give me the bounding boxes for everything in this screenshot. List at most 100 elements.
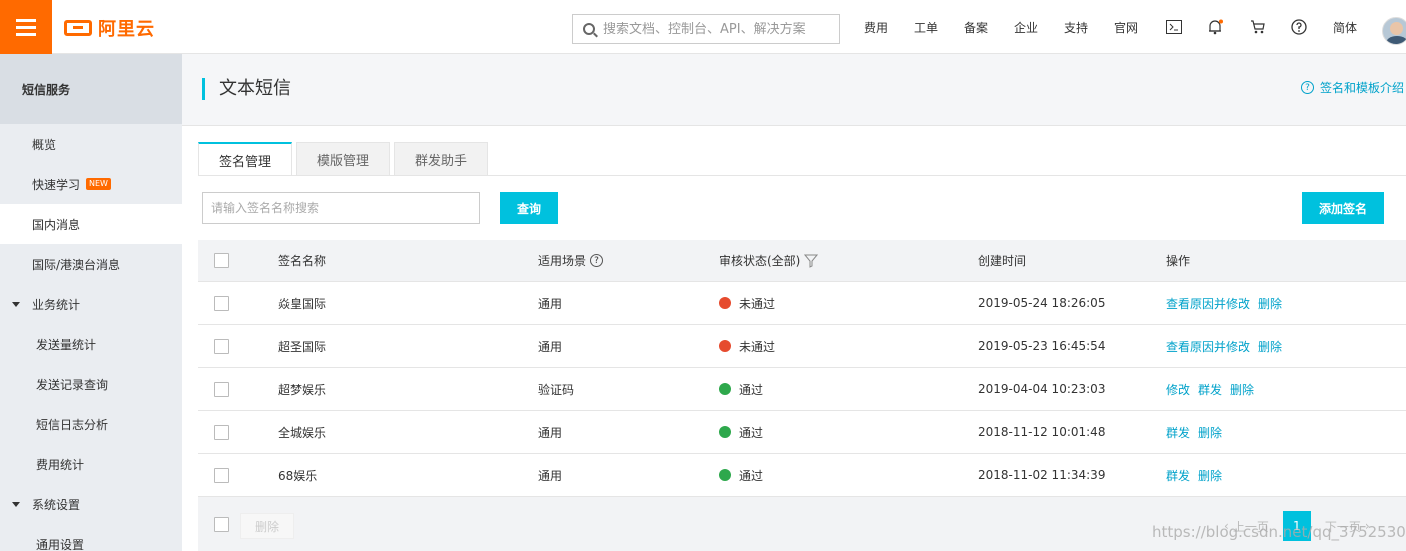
nav-support[interactable]: 支持 (1064, 0, 1088, 54)
header-created: 创建时间 (978, 254, 1027, 268)
sidebar-item-log-analysis[interactable]: 短信日志分析 (0, 404, 182, 444)
status-dot-rejected (719, 340, 731, 352)
cell-created: 2018-11-12 10:01:48 (978, 425, 1106, 439)
sidebar-title: 短信服务 (0, 54, 182, 124)
sidebar-item-overview[interactable]: 概览 (0, 124, 182, 164)
nav-enterprise[interactable]: 企业 (1014, 0, 1038, 54)
table-row: 全城娱乐 通用 通过 2018-11-12 10:01:48 群发 删除 (198, 411, 1406, 454)
cell-scene: 通用 (538, 425, 563, 440)
bell-icon[interactable] (1205, 0, 1225, 54)
table-row: 68娱乐 通用 通过 2018-11-02 11:34:39 群发 删除 (198, 454, 1406, 497)
cell-status: 未通过 (719, 282, 775, 324)
cell-name: 超圣国际 (278, 339, 327, 354)
nav-official-site[interactable]: 官网 (1114, 0, 1138, 54)
menu-icon[interactable] (0, 0, 52, 54)
signature-template-help-link[interactable]: ? 签名和模板介绍 (1300, 79, 1404, 96)
sidebar-item-cost-stats[interactable]: 费用统计 (0, 444, 182, 484)
logo-mark-icon (64, 20, 92, 36)
row-checkbox[interactable] (214, 424, 229, 440)
avatar[interactable] (1382, 17, 1406, 45)
tab-signature-management[interactable]: 签名管理 (198, 142, 293, 176)
query-button[interactable]: 查询 (500, 192, 558, 224)
tab-bulk-send-assistant[interactable]: 群发助手 (394, 142, 489, 176)
new-badge: NEW (86, 178, 111, 190)
watermark: https://blog.csdn.net/qq_37525302 (1152, 523, 1406, 541)
nav-tickets[interactable]: 工单 (914, 0, 938, 54)
global-search[interactable] (572, 14, 840, 44)
help-icon[interactable] (1289, 0, 1309, 54)
sidebar-item-international[interactable]: 国际/港澳台消息 (0, 244, 182, 284)
cell-status: 未通过 (719, 325, 775, 367)
cell-created: 2019-05-24 18:26:05 (978, 296, 1106, 310)
edit-link[interactable]: 修改 (1166, 381, 1190, 398)
status-dot-approved (719, 383, 731, 395)
header-status[interactable]: 审核状态(全部) (719, 240, 819, 281)
question-icon[interactable]: ? (590, 254, 604, 267)
delete-link[interactable]: 删除 (1258, 295, 1282, 312)
sidebar-item-send-stats[interactable]: 发送量统计 (0, 324, 182, 364)
bulk-delete-button[interactable]: 删除 (240, 513, 295, 539)
view-reason-edit-link[interactable]: 查看原因并修改 (1166, 338, 1250, 355)
status-dot-approved (719, 426, 731, 438)
cell-ops: 查看原因并修改 删除 (1166, 325, 1290, 367)
select-all-checkbox[interactable] (214, 253, 229, 268)
cell-scene: 通用 (538, 339, 563, 354)
delete-link[interactable]: 删除 (1198, 467, 1222, 484)
view-reason-edit-link[interactable]: 查看原因并修改 (1166, 295, 1250, 312)
row-checkbox[interactable] (214, 295, 229, 311)
add-signature-button[interactable]: 添加签名 (1302, 192, 1384, 224)
cell-status: 通过 (719, 411, 763, 453)
table-row: 超梦娱乐 验证码 通过 2019-04-04 10:23:03 修改 群发 删除 (198, 368, 1406, 411)
delete-link[interactable]: 删除 (1258, 338, 1282, 355)
header-name: 签名名称 (278, 254, 327, 268)
aliyun-logo[interactable]: 阿里云 (64, 17, 155, 40)
sidebar-item-domestic[interactable]: 国内消息 (0, 204, 182, 244)
tab-bar: 签名管理 模版管理 群发助手 (198, 142, 492, 176)
cell-status: 通过 (719, 368, 763, 410)
header-ops: 操作 (1166, 254, 1191, 268)
sidebar-group-stats[interactable]: 业务统计 (0, 284, 182, 324)
sidebar-item-general-settings[interactable]: 通用设置 (0, 524, 182, 551)
cell-scene: 通用 (538, 296, 563, 311)
page-title: 文本短信 (202, 78, 291, 100)
cart-icon[interactable] (1248, 0, 1268, 54)
bulk-send-link[interactable]: 群发 (1166, 424, 1190, 441)
footer-select-all-checkbox[interactable] (214, 516, 229, 532)
nav-icp[interactable]: 备案 (964, 0, 988, 54)
language-switch[interactable]: 简体 (1333, 0, 1357, 54)
sidebar-item-send-records[interactable]: 发送记录查询 (0, 364, 182, 404)
tab-template-management[interactable]: 模版管理 (296, 142, 391, 176)
row-checkbox[interactable] (214, 381, 229, 397)
filter-icon[interactable] (804, 254, 819, 268)
row-checkbox[interactable] (214, 338, 229, 354)
top-bar: 阿里云 费用 工单 备案 企业 支持 官网 简体 (0, 0, 1406, 54)
cell-created: 2019-04-04 10:23:03 (978, 382, 1106, 396)
main-header: 文本短信 ? 签名和模板介绍 (182, 54, 1406, 126)
cell-created: 2018-11-02 11:34:39 (978, 468, 1106, 482)
terminal-icon[interactable] (1164, 0, 1184, 54)
row-checkbox[interactable] (214, 467, 229, 483)
sidebar-item-quick-learn[interactable]: 快速学习 NEW (0, 164, 182, 204)
cell-status: 通过 (719, 454, 763, 496)
search-input[interactable] (603, 21, 833, 37)
sidebar-group-settings[interactable]: 系统设置 (0, 484, 182, 524)
nav-fees[interactable]: 费用 (864, 0, 888, 54)
delete-link[interactable]: 删除 (1198, 424, 1222, 441)
cell-created: 2019-05-23 16:45:54 (978, 339, 1106, 353)
delete-link[interactable]: 删除 (1230, 381, 1254, 398)
cell-name: 焱皇国际 (278, 296, 327, 311)
status-dot-approved (719, 469, 731, 481)
bulk-send-link[interactable]: 群发 (1166, 467, 1190, 484)
cell-name: 全城娱乐 (278, 425, 327, 440)
table-row: 超圣国际 通用 未通过 2019-05-23 16:45:54 查看原因并修改删… (198, 325, 1406, 368)
status-dot-rejected (719, 297, 731, 309)
cell-ops: 群发 删除 (1166, 411, 1230, 453)
cell-name: 超梦娱乐 (278, 382, 327, 397)
bulk-send-link[interactable]: 群发 (1198, 381, 1222, 398)
search-icon (583, 23, 595, 35)
signature-search-input[interactable] (202, 192, 480, 224)
table-row: 焱皇国际 通用 未通过 2019-05-24 18:26:05 查看原因并修改删… (198, 282, 1406, 325)
tabs-divider (198, 175, 1406, 176)
cell-name: 68娱乐 (278, 468, 318, 483)
cell-ops: 群发 删除 (1166, 454, 1230, 496)
